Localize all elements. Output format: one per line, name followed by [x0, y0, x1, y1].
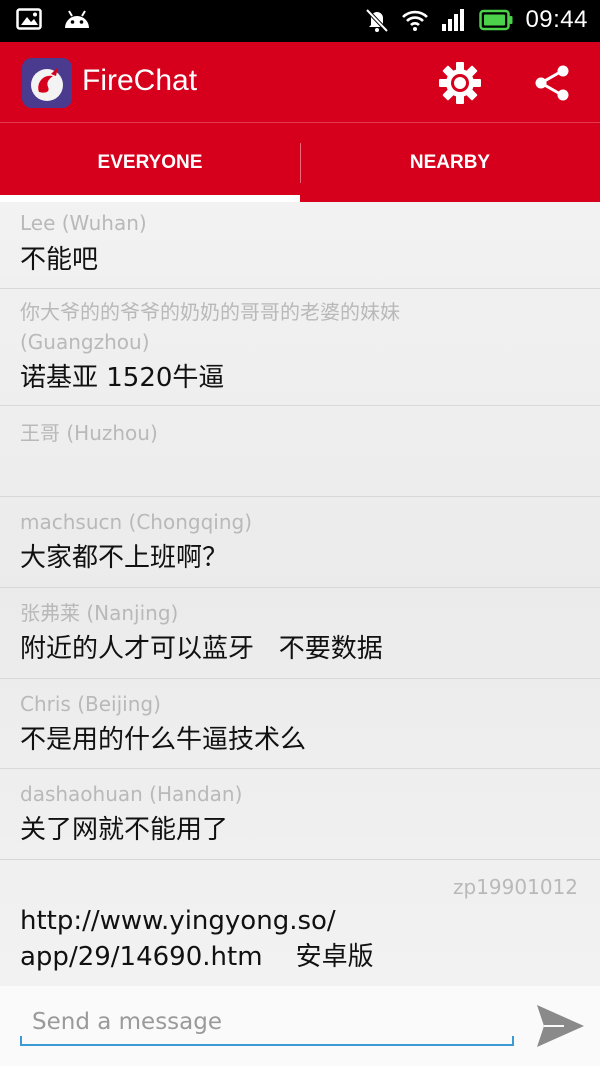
- status-time: 09:44: [525, 6, 588, 33]
- message-sender: zp19901012: [453, 875, 578, 899]
- message-sender: Lee (Wuhan): [20, 211, 147, 235]
- list-item[interactable]: 张弗莱 (Nanjing) 附近的人才可以蓝牙 不要数据: [0, 588, 600, 679]
- tab-everyone[interactable]: EVERYONE: [0, 123, 300, 203]
- list-item[interactable]: machsucn (Chongqing) 大家都不上班啊？: [0, 497, 600, 588]
- muted-bell-icon: [365, 8, 389, 33]
- message-sender: machsucn (Chongqing): [20, 510, 253, 534]
- list-item[interactable]: 你大爷的的爷爷的奶奶的哥哥的老婆的妹妹 (Guangzhou) 诺基亚 1520…: [0, 289, 600, 406]
- firechat-logo: [22, 58, 72, 108]
- list-item[interactable]: Lee (Wuhan) 不能吧: [0, 202, 600, 289]
- message-sender: 张弗莱 (Nanjing): [20, 601, 179, 625]
- message-sender: Chris (Beijing): [20, 692, 161, 716]
- tab-nearby[interactable]: NEARBY: [300, 123, 600, 203]
- message-text: 附近的人才可以蓝牙 不要数据: [20, 634, 383, 664]
- list-item[interactable]: 王哥 (Huzhou): [0, 406, 600, 497]
- input-underline: [20, 1036, 514, 1046]
- gallery-icon: [16, 8, 42, 30]
- message-text: http://www.yingyong.so/: [20, 906, 336, 936]
- list-item[interactable]: Chris (Beijing) 不是用的什么牛逼技术么: [0, 679, 600, 769]
- wifi-icon: [402, 10, 429, 31]
- message-sender: dashaohuan (Handan): [20, 782, 243, 806]
- message-composer: [0, 986, 600, 1066]
- message-text: 诺基亚 1520牛逼: [20, 363, 225, 393]
- send-icon: [537, 1005, 584, 1047]
- message-text-line2: app/29/14690.htm 安卓版: [20, 942, 374, 972]
- message-list[interactable]: Lee (Wuhan) 不能吧 你大爷的的爷爷的奶奶的哥哥的老婆的妹妹 (Gua…: [0, 202, 600, 986]
- android-icon: [65, 10, 89, 28]
- share-icon: [535, 65, 569, 101]
- share-button[interactable]: [524, 55, 580, 111]
- battery-icon: [479, 9, 513, 31]
- settings-button[interactable]: [432, 55, 488, 111]
- message-text: 关了网就不能用了: [20, 815, 229, 845]
- status-bar: 09:44: [0, 0, 600, 42]
- list-item[interactable]: dashaohuan (Handan) 关了网就不能用了: [0, 769, 600, 860]
- send-button[interactable]: [530, 998, 590, 1054]
- app-bar: FireChat: [0, 42, 600, 122]
- message-sender: 王哥 (Huzhou): [20, 421, 158, 445]
- tab-bar: EVERYONE NEARBY: [0, 122, 600, 202]
- message-text: 不能吧: [20, 245, 99, 275]
- gear-icon: [439, 62, 481, 104]
- message-sender-location: (Guangzhou): [20, 330, 150, 354]
- message-text: 大家都不上班啊？: [20, 543, 229, 573]
- app-title: FireChat: [82, 64, 198, 97]
- message-sender: 你大爷的的爷爷的奶奶的哥哥的老婆的妹妹: [20, 300, 400, 324]
- list-item[interactable]: zp19901012 http://www.yingyong.so/ app/2…: [0, 860, 600, 986]
- message-text: 不是用的什么牛逼技术么: [20, 725, 307, 755]
- tab-selected-indicator: [0, 195, 300, 202]
- signal-icon: [442, 9, 465, 31]
